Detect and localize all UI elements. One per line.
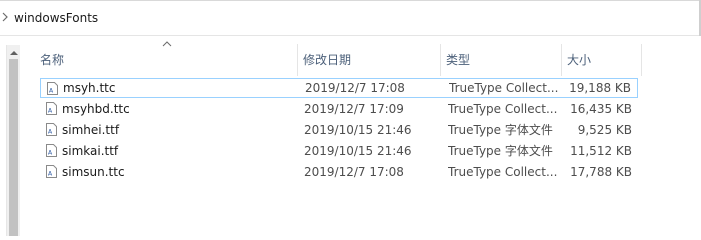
file-size: 17,788 KB: [570, 165, 632, 179]
navigation-scrollbar[interactable]: [6, 45, 20, 236]
file-type: TrueType Collect...: [449, 81, 559, 95]
font-file-icon: A: [47, 82, 58, 95]
file-name: simkai.ttf: [62, 144, 119, 158]
column-header-date-modified[interactable]: 修改日期: [298, 44, 440, 76]
font-file-icon: A: [46, 102, 57, 115]
scroll-up-arrow-icon[interactable]: [9, 48, 19, 58]
column-header: 名称 修改日期 类型 大小: [35, 41, 642, 76]
file-name: msyh.ttc: [63, 81, 116, 95]
font-file-icon: A: [46, 165, 57, 178]
file-row[interactable]: A msyh.ttc 2019/12/7 17:08 TrueType Coll…: [40, 78, 638, 98]
address-bar[interactable]: windowsFonts: [0, 1, 701, 36]
file-row[interactable]: A simsun.ttc 2019/12/7 17:08 TrueType Co…: [40, 162, 638, 182]
file-date-modified: 2019/12/7 17:08: [304, 165, 404, 179]
file-row[interactable]: A simhei.ttf 2019/10/15 21:46 TrueType 字…: [40, 120, 638, 140]
file-name: msyhbd.ttc: [62, 102, 130, 116]
column-header-size[interactable]: 大小: [562, 44, 641, 76]
file-size: 11,512 KB: [570, 144, 632, 158]
file-row[interactable]: A simkai.ttf 2019/10/15 21:46 TrueType 字…: [40, 141, 638, 161]
file-size: 19,188 KB: [569, 81, 631, 95]
breadcrumb-folder[interactable]: windowsFonts: [14, 11, 98, 25]
file-type: TrueType Collect...: [448, 102, 558, 116]
file-date-modified: 2019/10/15 21:46: [304, 123, 412, 137]
file-date-modified: 2019/12/7 17:08: [305, 81, 405, 95]
file-date-modified: 2019/10/15 21:46: [304, 144, 412, 158]
file-type: TrueType 字体文件: [448, 144, 553, 158]
font-file-icon: A: [46, 144, 57, 157]
chevron-right-icon[interactable]: [1, 11, 11, 23]
file-name: simsun.ttc: [62, 165, 125, 179]
file-row[interactable]: A msyhbd.ttc 2019/12/7 17:09 TrueType Co…: [40, 99, 638, 119]
column-header-name[interactable]: 名称: [35, 44, 297, 76]
scroll-thumb[interactable]: [9, 59, 18, 236]
file-size: 16,435 KB: [570, 102, 632, 116]
column-header-type[interactable]: 类型: [441, 44, 561, 76]
font-file-icon: A: [46, 123, 57, 136]
file-size: 9,525 KB: [577, 123, 632, 137]
column-divider[interactable]: [641, 44, 642, 76]
file-type: TrueType 字体文件: [448, 123, 553, 137]
file-name: simhei.ttf: [62, 123, 120, 137]
file-type: TrueType Collect...: [448, 165, 558, 179]
file-date-modified: 2019/12/7 17:09: [304, 102, 404, 116]
